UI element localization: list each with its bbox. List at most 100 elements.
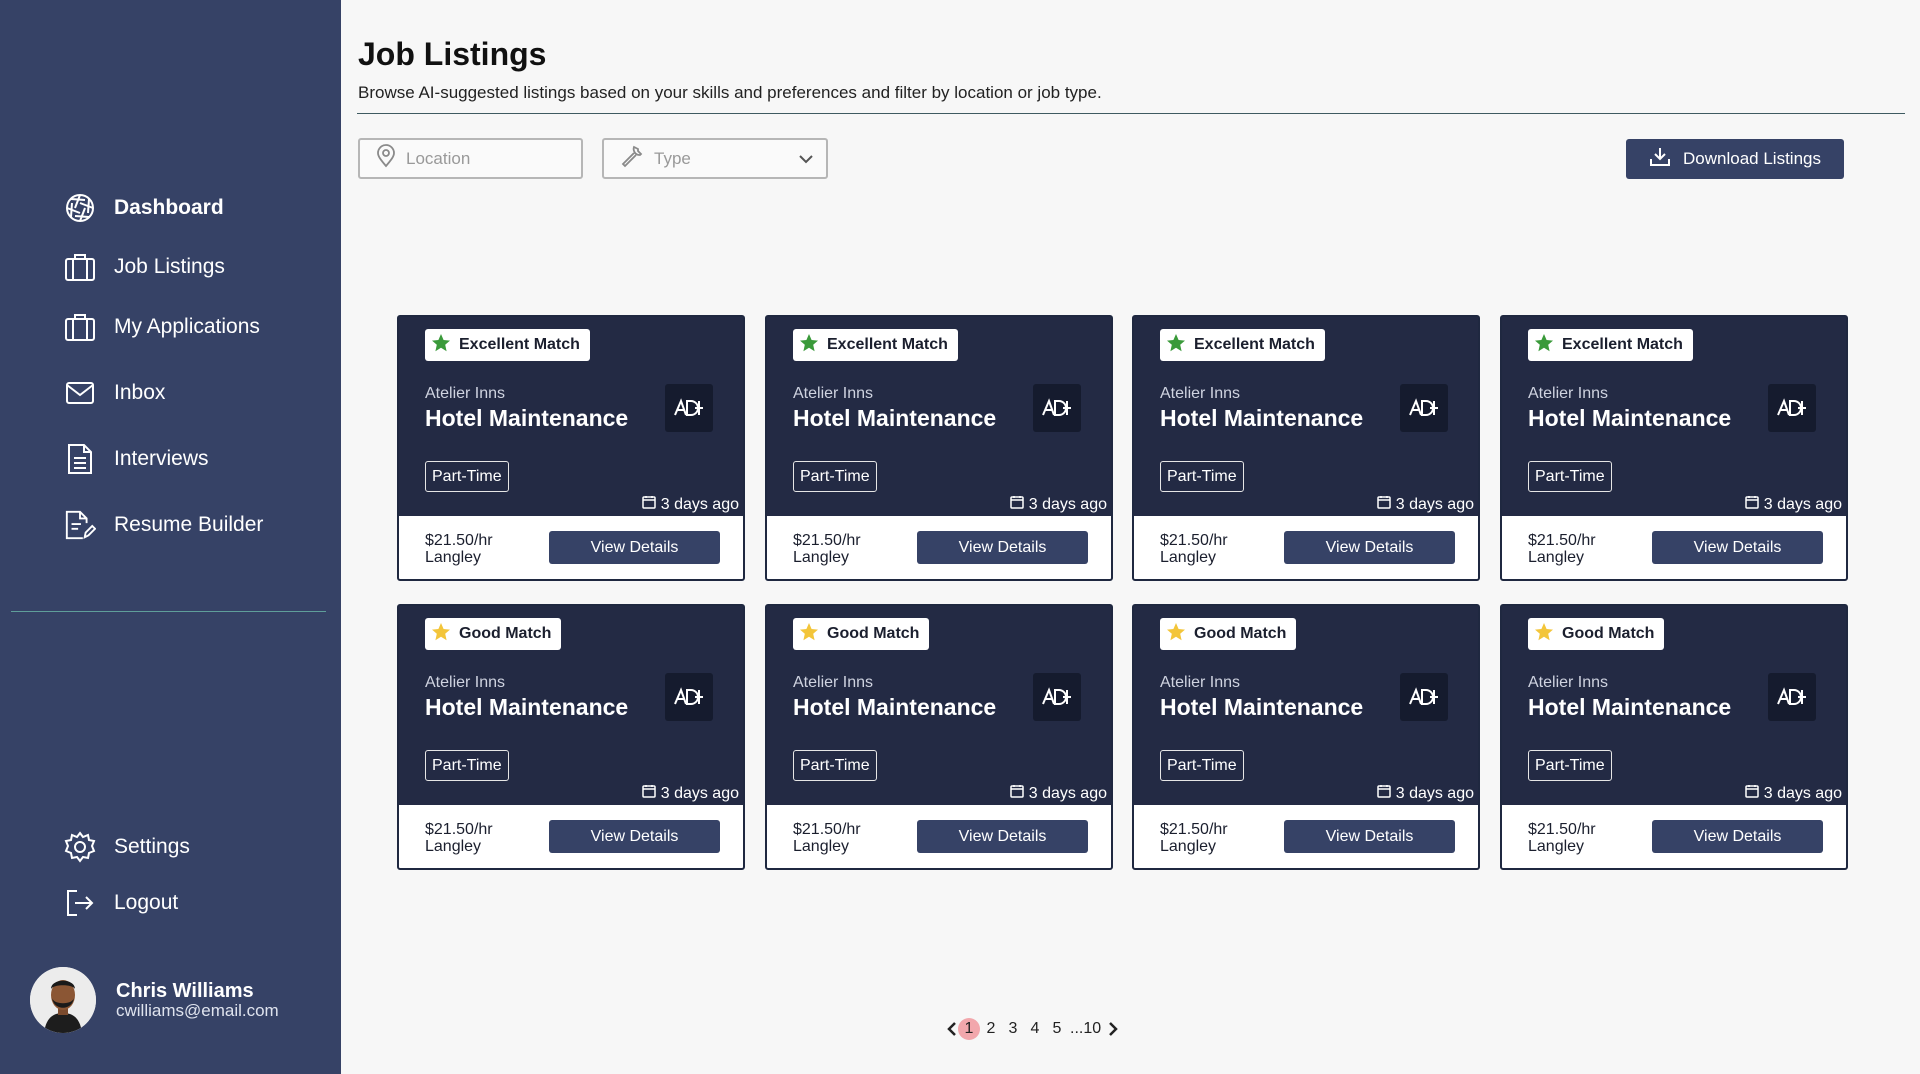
sidebar-item-inbox[interactable]: Inbox [64, 377, 165, 409]
match-label: Excellent Match [459, 336, 580, 353]
posted-text: 3 days ago [1028, 495, 1107, 513]
card-footer: $21.50/hr Langley View Details [1134, 805, 1478, 868]
company-name: Atelier Inns [425, 674, 506, 691]
view-details-button[interactable]: View Details [1284, 820, 1455, 853]
posted-date: 3 days ago [641, 495, 739, 514]
company-logo [1400, 384, 1448, 432]
company-logo [665, 384, 713, 432]
card-footer: $21.50/hr Langley View Details [1502, 516, 1846, 579]
card-footer: $21.50/hr Langley View Details [399, 805, 743, 868]
job-location: Langley [1160, 838, 1217, 855]
star-icon [1166, 622, 1186, 647]
job-type-tag: Part-Time [425, 750, 509, 781]
view-details-button[interactable]: View Details [1284, 531, 1455, 564]
company-name: Atelier Inns [425, 385, 506, 402]
job-location: Langley [425, 838, 482, 855]
calendar-icon [1744, 784, 1759, 803]
card-footer: $21.50/hr Langley View Details [767, 805, 1111, 868]
pay-location: $21.50/hr Langley [793, 821, 861, 855]
calendar-icon [641, 784, 656, 803]
star-icon [799, 333, 819, 358]
pay-location: $21.50/hr Langley [425, 821, 493, 855]
sidebar-divider [11, 611, 326, 612]
job-card[interactable]: Good Match Atelier Inns Hotel Maintenance P… [1500, 604, 1848, 870]
sidebar-item-dashboard[interactable]: Dashboard [64, 192, 224, 224]
posted-text: 3 days ago [660, 784, 739, 802]
page-title: Job Listings [358, 36, 547, 72]
match-label: Excellent Match [827, 336, 948, 353]
user-profile[interactable]: Chris Williams cwilliams@email.com [30, 967, 279, 1033]
page-5[interactable]: 5 [1046, 1018, 1068, 1040]
company-name: Atelier Inns [1160, 674, 1241, 691]
star-icon [1166, 333, 1186, 358]
calendar-icon [1009, 495, 1024, 514]
location-filter[interactable]: Location [358, 138, 583, 179]
job-card[interactable]: Excellent Match Atelier Inns Hotel Mainten… [1500, 315, 1848, 581]
download-listings-button[interactable]: Download Listings [1626, 139, 1844, 179]
match-label: Excellent Match [1194, 336, 1315, 353]
job-card[interactable]: Excellent Match Atelier Inns Hotel Mainten… [397, 315, 745, 581]
card-header: Excellent Match Atelier Inns Hotel Mainten… [399, 317, 743, 516]
logout-icon [64, 887, 96, 919]
sidebar-item-label: My Applications [114, 315, 260, 338]
pay-location: $21.50/hr Langley [793, 532, 861, 566]
pay-rate: $21.50/hr [1160, 532, 1228, 549]
calendar-icon [1376, 784, 1391, 803]
job-type-tag: Part-Time [425, 461, 509, 492]
pay-location: $21.50/hr Langley [1528, 532, 1596, 566]
pay-rate: $21.50/hr [793, 821, 861, 838]
user-email: cwilliams@email.com [116, 1001, 279, 1020]
job-card[interactable]: Excellent Match Atelier Inns Hotel Mainten… [765, 315, 1113, 581]
card-header: Good Match Atelier Inns Hotel Maintenance P… [767, 606, 1111, 805]
view-details-button[interactable]: View Details [1652, 531, 1823, 564]
view-details-button[interactable]: View Details [549, 820, 720, 853]
job-card[interactable]: Good Match Atelier Inns Hotel Maintenance P… [397, 604, 745, 870]
sidebar-item-logout[interactable]: Logout [64, 887, 178, 919]
posted-date: 3 days ago [1376, 495, 1474, 514]
posted-date: 3 days ago [1009, 784, 1107, 803]
chevron-right-icon[interactable] [1107, 1021, 1119, 1037]
job-card[interactable]: Excellent Match Atelier Inns Hotel Mainten… [1132, 315, 1480, 581]
job-title: Hotel Maintenance [1160, 405, 1364, 431]
match-label: Good Match [459, 625, 552, 642]
view-details-button[interactable]: View Details [549, 531, 720, 564]
sidebar-item-my-applications[interactable]: My Applications [64, 311, 260, 343]
view-details-button[interactable]: View Details [917, 531, 1088, 564]
company-logo [665, 673, 713, 721]
pay-rate: $21.50/hr [425, 532, 493, 549]
job-card[interactable]: Good Match Atelier Inns Hotel Maintenance P… [1132, 604, 1480, 870]
page-10[interactable]: ...10 [1068, 1020, 1103, 1038]
posted-date: 3 days ago [1009, 495, 1107, 514]
sidebar-item-resume-builder[interactable]: Resume Builder [64, 509, 263, 541]
job-location: Langley [1160, 549, 1217, 566]
view-details-button[interactable]: View Details [917, 820, 1088, 853]
calendar-icon [1744, 495, 1759, 514]
card-footer: $21.50/hr Langley View Details [1134, 516, 1478, 579]
sidebar-item-interviews[interactable]: Interviews [64, 443, 209, 475]
sidebar-item-settings[interactable]: Settings [64, 831, 190, 863]
sidebar-item-label: Resume Builder [114, 513, 264, 536]
calendar-icon [1376, 495, 1391, 514]
match-label: Excellent Match [1562, 336, 1683, 353]
match-badge: Good Match [1160, 618, 1297, 650]
page-3[interactable]: 3 [1002, 1018, 1024, 1040]
job-card[interactable]: Good Match Atelier Inns Hotel Maintenance P… [765, 604, 1113, 870]
company-name: Atelier Inns [1528, 674, 1609, 691]
chevron-left-icon[interactable] [946, 1021, 958, 1037]
page-1[interactable]: 1 [958, 1018, 980, 1040]
briefcase-icon [64, 311, 96, 343]
sidebar-item-job-listings[interactable]: Job Listings [64, 251, 225, 283]
page-2[interactable]: 2 [980, 1018, 1002, 1040]
card-header: Good Match Atelier Inns Hotel Maintenance P… [399, 606, 743, 805]
job-type-tag: Part-Time [1528, 461, 1612, 492]
type-filter[interactable]: Type [602, 138, 828, 179]
page-4[interactable]: 4 [1024, 1018, 1046, 1040]
card-footer: $21.50/hr Langley View Details [767, 516, 1111, 579]
company-logo [1033, 384, 1081, 432]
company-logo [1400, 673, 1448, 721]
match-badge: Good Match [425, 618, 562, 650]
view-details-button[interactable]: View Details [1652, 820, 1823, 853]
sidebar-item-label: Interviews [114, 447, 209, 470]
pay-rate: $21.50/hr [793, 532, 861, 549]
posted-date: 3 days ago [1376, 784, 1474, 803]
